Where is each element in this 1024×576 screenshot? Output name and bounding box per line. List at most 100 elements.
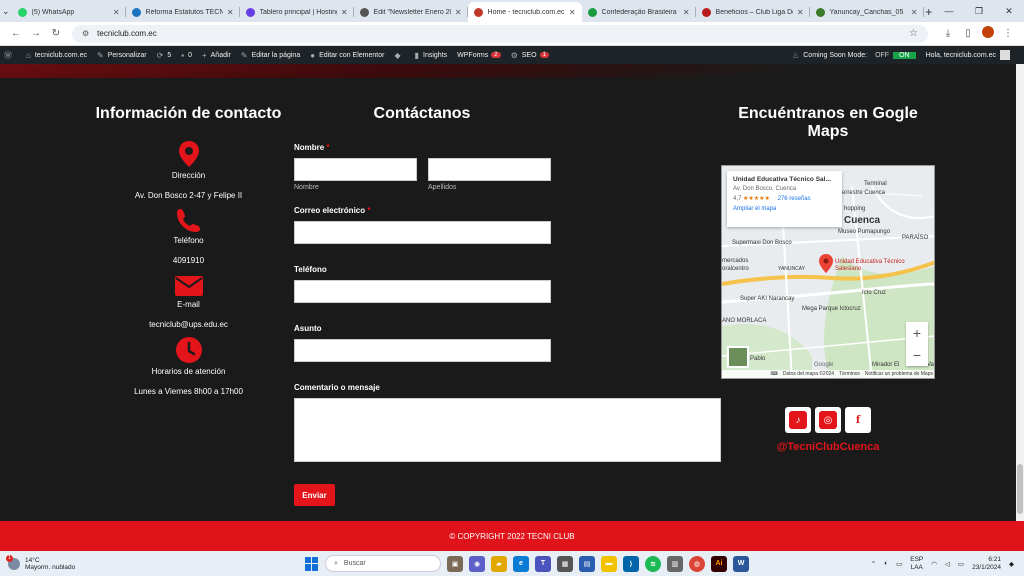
- tab-close-icon[interactable]: ✕: [569, 8, 576, 17]
- wp-updates-link[interactable]: ⟳ 5: [157, 51, 172, 60]
- weather-desc: Mayorm. nublado: [25, 563, 76, 571]
- last-name-input[interactable]: [428, 158, 551, 181]
- system-tray: ⌃ ◐ ▭ ESP LAA ◠ ◁ ▭ 6:21 23/1/2024 ◆: [871, 556, 1014, 572]
- url-input[interactable]: ⚙ tecniclub.com.ec ☆: [72, 24, 928, 43]
- browser-tab[interactable]: Beneficios – Club Liga De ✕: [696, 2, 810, 22]
- tab-close-icon[interactable]: ✕: [683, 8, 690, 17]
- zoom-in-button[interactable]: +: [913, 325, 921, 341]
- browser-tab[interactable]: Tablero principal | Hosting ✕: [240, 2, 354, 22]
- first-name-input[interactable]: [294, 158, 417, 181]
- tab-close-icon[interactable]: ✕: [227, 8, 234, 17]
- new-tab-button[interactable]: +: [924, 2, 934, 22]
- wp-comments-link[interactable]: ▪ 0: [181, 51, 192, 60]
- phone-field[interactable]: [294, 280, 551, 303]
- tab-close-icon[interactable]: ✕: [113, 8, 120, 17]
- menu-icon[interactable]: ⋮: [998, 28, 1018, 39]
- subject-field[interactable]: [294, 339, 551, 362]
- wp-site-link[interactable]: ⌂ tecniclub.com.ec: [26, 51, 87, 60]
- notification-bell-icon[interactable]: ◆: [1009, 560, 1014, 568]
- tiktok-button[interactable]: ♪: [785, 407, 811, 433]
- chat-icon[interactable]: ◉: [469, 555, 485, 572]
- clock[interactable]: 6:21 23/1/2024: [972, 556, 1001, 572]
- wp-elementor-link[interactable]: ● Editar con Elementor: [310, 51, 384, 60]
- wifi-icon[interactable]: ◠: [931, 560, 937, 568]
- page-scrollbar[interactable]: [1016, 64, 1024, 521]
- wp-diamond-link[interactable]: ◆: [394, 51, 404, 60]
- windows-start-icon[interactable]: [305, 556, 319, 571]
- wp-edit-page-link[interactable]: ✎ Editar la página: [241, 51, 300, 60]
- widgets-icon[interactable]: ▣: [447, 555, 463, 572]
- taskbar-search[interactable]: ⌕ Buscar: [325, 555, 441, 572]
- file-explorer-icon[interactable]: ▰: [491, 555, 507, 572]
- google-map[interactable]: Unidad Educativa Técnico Sal... Av. Don …: [721, 165, 935, 379]
- browser-tab[interactable]: (5) WhatsApp ✕: [12, 2, 126, 22]
- photos-icon[interactable]: ▤: [579, 555, 595, 572]
- chrome-icon[interactable]: ◍: [689, 555, 705, 572]
- instagram-button[interactable]: ◎: [815, 407, 841, 433]
- browser-tab[interactable]: Home - tecniclub.com.ec ✕: [467, 2, 582, 22]
- weather-widget[interactable]: 1 14°C Mayorm. nublado: [6, 554, 108, 571]
- tray-meet-icon[interactable]: ▭: [896, 560, 902, 568]
- tab-search-chevron-icon[interactable]: ⌄: [0, 0, 12, 22]
- store-icon[interactable]: ▦: [557, 555, 573, 572]
- map-report-link[interactable]: Notificar un problema de Maps: [865, 371, 933, 377]
- spotify-icon[interactable]: ≋: [645, 555, 661, 572]
- social-handle[interactable]: @TecniClubCuenca: [721, 441, 935, 453]
- folder-icon[interactable]: ▬: [601, 555, 617, 572]
- sidepanel-icon[interactable]: ▯: [958, 28, 978, 39]
- forward-icon[interactable]: →: [26, 28, 46, 39]
- map-label-super-aki: Super AKI Narancay: [740, 296, 795, 302]
- maximize-icon[interactable]: ❐: [964, 0, 994, 22]
- wp-account-link[interactable]: Hola, tecniclub.com.ec: [926, 50, 1010, 60]
- tab-close-icon[interactable]: ✕: [797, 8, 804, 17]
- message-textarea[interactable]: [294, 398, 721, 462]
- wp-insights-link[interactable]: ▮ Insights: [415, 51, 448, 60]
- edge-icon[interactable]: e: [513, 555, 529, 572]
- tab-close-icon[interactable]: ✕: [341, 8, 348, 17]
- illustrator-icon[interactable]: Ai: [711, 555, 727, 572]
- browser-tab[interactable]: Confederação Brasileira d ✕: [582, 2, 696, 22]
- site-info-icon[interactable]: ⚙: [82, 29, 89, 38]
- volume-icon[interactable]: ◁: [945, 560, 950, 568]
- wp-add-new-link[interactable]: + Añadir: [202, 51, 231, 60]
- wp-logo-icon[interactable]: Ⓦ: [4, 50, 16, 61]
- map-footer: ⌨ Datos del mapa ©2024 Términos Notifica…: [722, 370, 934, 378]
- language-indicator[interactable]: ESP LAA: [910, 556, 923, 572]
- reload-icon[interactable]: ↻: [46, 28, 66, 39]
- email-field[interactable]: [294, 221, 551, 244]
- tab-close-icon[interactable]: ✕: [911, 8, 918, 17]
- profile-avatar[interactable]: [978, 26, 998, 41]
- battery-icon[interactable]: ▭: [958, 560, 964, 568]
- tab-close-icon[interactable]: ✕: [455, 8, 462, 17]
- back-icon[interactable]: ←: [6, 28, 26, 39]
- wp-customize-link[interactable]: ✎ Personalizar: [97, 51, 147, 60]
- facebook-button[interactable]: f: [845, 407, 871, 433]
- map-enlarge-link[interactable]: Ampliar el mapa: [733, 206, 836, 212]
- browser-tab[interactable]: Edit "Newsletter Enero 20 ✕: [354, 2, 468, 22]
- app-icon[interactable]: ▥: [667, 555, 683, 572]
- minimize-icon[interactable]: —: [934, 0, 964, 22]
- close-window-icon[interactable]: ✕: [994, 0, 1024, 22]
- bookmark-star-icon[interactable]: ☆: [909, 28, 918, 39]
- wp-wpforms-link[interactable]: WPForms 2: [457, 52, 501, 59]
- map-terms-link[interactable]: Términos: [839, 371, 860, 377]
- map-place-address: Av. Don Bosco, Cuenca: [733, 186, 797, 192]
- submit-button[interactable]: Enviar: [294, 484, 335, 506]
- wp-seo-link[interactable]: ⚙ SEO 1: [511, 51, 549, 60]
- word-icon[interactable]: W: [733, 555, 749, 572]
- tray-chevron-icon[interactable]: ⌃: [871, 560, 876, 568]
- flame-icon: ♨: [792, 50, 800, 60]
- browser-tab[interactable]: Reforma Estatutos TECNI ✕: [126, 2, 240, 22]
- tray-app-icon[interactable]: ◐: [884, 560, 888, 567]
- street-view-thumbnail[interactable]: [727, 346, 749, 368]
- browser-tab[interactable]: Yanuncay_Canchas_05 ✕: [810, 2, 924, 22]
- zoom-out-button[interactable]: −: [913, 347, 921, 363]
- google-logo: Google: [814, 362, 834, 368]
- map-label-mercados: mercados: [722, 258, 749, 264]
- seo-badge: 1: [539, 52, 549, 58]
- coming-soon-toggle[interactable]: ♨ Coming Soon Mode: OFF ON: [792, 51, 916, 60]
- keyboard-icon[interactable]: ⌨: [771, 371, 778, 377]
- teams-icon[interactable]: T: [535, 555, 551, 572]
- download-icon[interactable]: ⤓: [938, 28, 958, 39]
- vscode-icon[interactable]: ⟩: [623, 555, 639, 572]
